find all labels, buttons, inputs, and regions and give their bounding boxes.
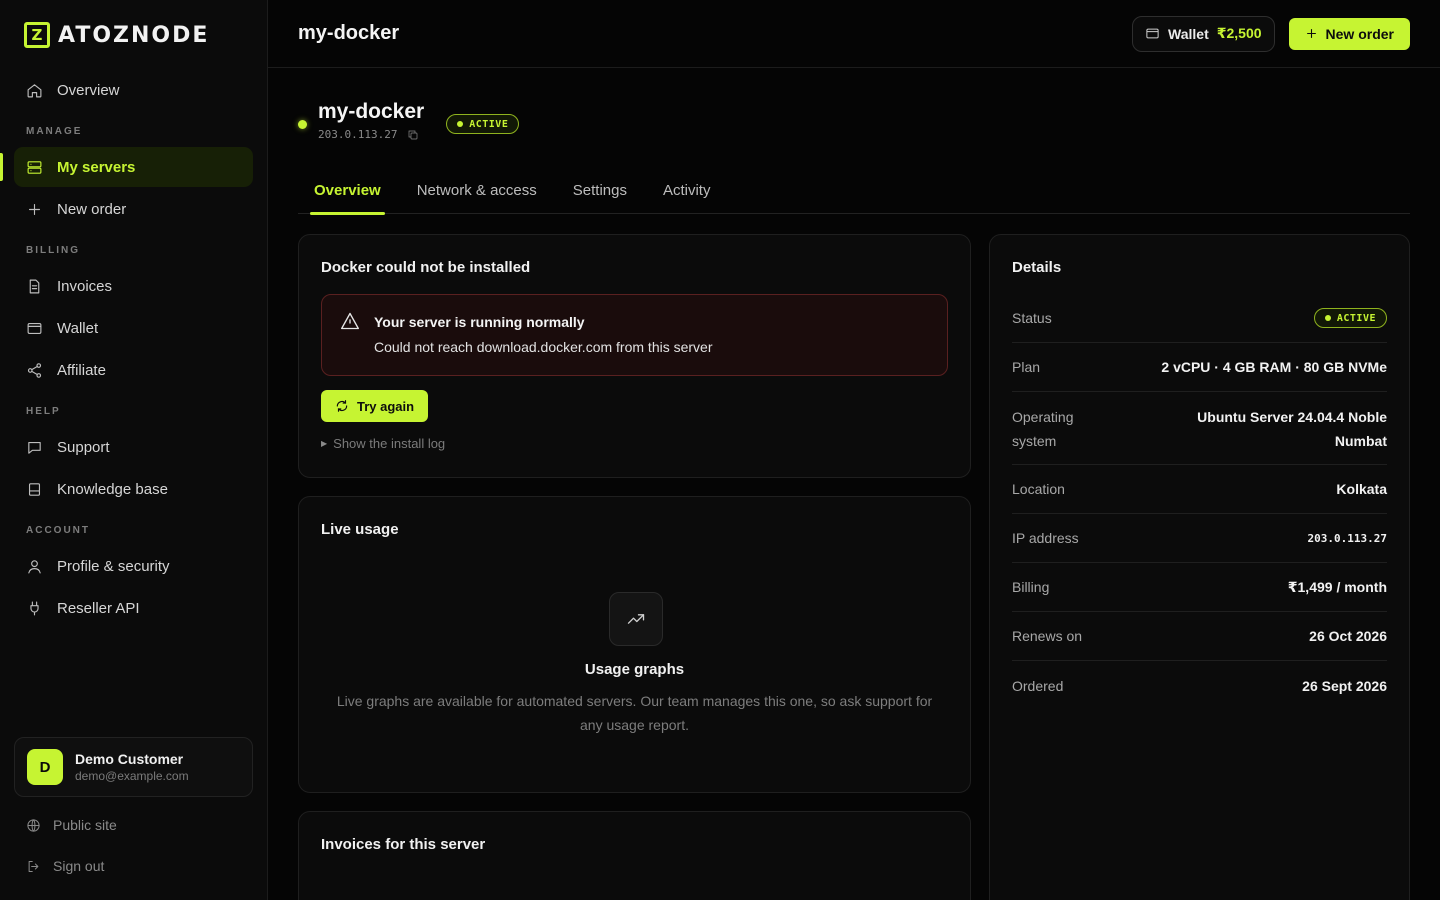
sign-out-link[interactable]: Sign out — [26, 858, 104, 874]
document-icon — [29, 279, 40, 293]
docker-install-card: Docker could not be installed Your serve… — [298, 234, 971, 478]
section-manage: MANAGE — [26, 126, 83, 137]
share-icon — [27, 362, 42, 378]
invoices-card-title: Invoices for this server — [321, 836, 486, 853]
public-site-link[interactable]: Public site — [26, 817, 117, 833]
usage-empty-title: Usage graphs — [584, 661, 685, 678]
app-root: Z ATOZNODE Overview MANAGE My servers Ne… — [0, 0, 1440, 900]
sidebar-item-affiliate[interactable]: Affiliate — [14, 350, 253, 390]
error-alert: Your server is running normally Could no… — [321, 294, 948, 376]
globe-icon — [27, 818, 40, 832]
status-badge: ACTIVE — [1313, 308, 1387, 328]
try-again-button[interactable]: Try again — [321, 390, 429, 422]
refresh-icon — [336, 400, 348, 412]
sidebar-item-invoices[interactable]: Invoices — [14, 266, 253, 306]
tab-bar: Overview Network & access Settings Activ… — [298, 170, 1410, 215]
status-badge: ACTIVE — [446, 114, 520, 134]
topbar: my-docker Wallet ₹2,500 New order — [268, 0, 1440, 68]
user-icon — [28, 559, 41, 573]
wallet-icon — [27, 322, 42, 334]
section-account: ACCOUNT — [26, 525, 90, 536]
server-ip: 203.0.113.27 — [318, 128, 398, 141]
sidebar-item-new-order[interactable]: New order — [14, 189, 253, 229]
sidebar-item-knowledge-base[interactable]: Knowledge base — [14, 469, 253, 509]
wallet-button[interactable]: Wallet ₹2,500 — [1132, 15, 1275, 52]
plus-icon — [28, 203, 41, 215]
detail-row-os: Operating system Ubuntu Server 24.04.4 No… — [1012, 392, 1387, 465]
sidebar-item-reseller-api[interactable]: Reseller API — [14, 588, 253, 628]
tab-network-access[interactable]: Network & access — [401, 170, 553, 214]
section-help: HELP — [26, 406, 61, 417]
user-card[interactable]: D Demo Customer demo@example.com — [14, 737, 253, 797]
wallet-balance: ₹2,500 — [1216, 25, 1262, 41]
detail-row-renews: Renews on 26 Oct 2026 — [1012, 612, 1387, 661]
usage-empty-text: Live graphs are available for automated … — [336, 693, 933, 733]
sidebar-item-overview[interactable]: Overview — [14, 70, 253, 110]
logout-icon — [28, 860, 39, 872]
sidebar-item-my-servers[interactable]: My servers — [0, 147, 253, 187]
sidebar: Z ATOZNODE Overview MANAGE My servers Ne… — [0, 0, 268, 900]
tab-settings[interactable]: Settings — [557, 170, 643, 214]
page-title: my-docker — [298, 22, 400, 44]
sidebar-item-profile[interactable]: Profile & security — [14, 546, 253, 586]
copy-icon[interactable] — [407, 129, 419, 141]
detail-row-ip: IP address 203.0.113.27 — [1012, 514, 1387, 563]
sidebar-item-wallet[interactable]: Wallet — [14, 308, 253, 348]
tab-activity[interactable]: Activity — [647, 170, 727, 214]
detail-row-ordered: Ordered 26 Sept 2026 — [1012, 677, 1387, 694]
plus-icon — [1306, 29, 1316, 38]
details-card-title: Details — [1012, 259, 1062, 276]
live-usage-card: Live usage Usage graphs Live graphs are … — [298, 496, 971, 793]
alert-title: Your server is running normally — [374, 314, 585, 330]
server-icon — [27, 160, 42, 174]
plug-icon — [30, 601, 39, 615]
user-name: Demo Customer — [75, 751, 184, 767]
logo-icon: Z — [24, 22, 50, 48]
main-content: my-docker Wallet ₹2,500 New order my-doc… — [268, 0, 1440, 900]
brand-logo[interactable]: Z ATOZNODE — [14, 0, 253, 70]
install-log-toggle[interactable]: ▶ Show the install log — [321, 436, 948, 451]
detail-row-status: Status ACTIVE — [1012, 294, 1387, 343]
usage-card-title: Live usage — [321, 521, 399, 538]
trending-up-icon — [609, 592, 663, 646]
home-icon — [27, 83, 42, 97]
chat-icon — [28, 441, 41, 454]
disclosure-triangle-icon: ▶ — [321, 439, 328, 448]
server-name: my-docker — [318, 100, 425, 123]
details-card: Details Status ACTIVE Plan 2 vCPU · 4 GB… — [989, 234, 1410, 900]
tab-overview[interactable]: Overview — [298, 170, 397, 215]
warning-icon — [341, 312, 359, 330]
detail-row-location: Location Kolkata — [1012, 465, 1387, 514]
new-order-button[interactable]: New order — [1288, 17, 1410, 50]
status-dot — [298, 120, 307, 129]
docker-card-title: Docker could not be installed — [321, 259, 531, 276]
avatar: D — [27, 749, 63, 785]
server-invoices-card: Invoices for this server — [298, 811, 971, 900]
wallet-icon — [1146, 28, 1159, 39]
sidebar-item-support[interactable]: Support — [14, 427, 253, 467]
section-billing: BILLING — [26, 245, 80, 256]
detail-row-plan: Plan 2 vCPU · 4 GB RAM · 80 GB NVMe — [1012, 343, 1387, 392]
brand-name: ATOZNODE — [58, 22, 210, 48]
user-email: demo@example.com — [75, 769, 189, 783]
book-icon — [28, 482, 41, 496]
server-header: my-docker 203.0.113.27 ACTIVE — [298, 100, 520, 141]
alert-message: Could not reach download.docker.com from… — [374, 339, 713, 355]
detail-row-billing: Billing ₹1,499 / month — [1012, 563, 1387, 612]
